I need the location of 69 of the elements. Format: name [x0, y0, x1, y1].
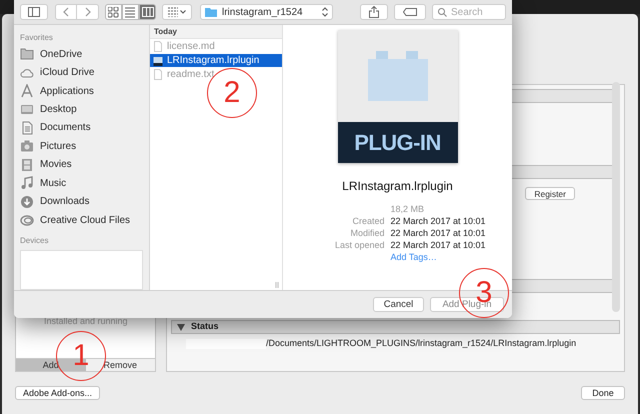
sidebar-item[interactable]: Documents — [40, 120, 91, 136]
share-button[interactable] — [360, 4, 388, 20]
detail-label: Modified — [349, 227, 384, 239]
sidebar-item[interactable]: Pictures — [40, 138, 76, 154]
folder-icon — [205, 7, 217, 17]
sidebar-item[interactable]: Music — [40, 176, 66, 191]
columns-icon — [142, 6, 154, 18]
grid-icon — [168, 7, 178, 17]
scrollbar[interactable] — [612, 82, 620, 312]
add-ons-button[interactable]: Adobe Add-ons... — [15, 386, 100, 400]
view-mode-button[interactable] — [139, 4, 156, 20]
sidebar-icon — [28, 7, 40, 17]
file-row[interactable]: LRInstagram.lrplugin — [150, 54, 282, 67]
list-icon — [124, 6, 136, 18]
view-mode-button[interactable] — [105, 4, 122, 20]
detail-value: 22 March 2017 at 10:01 — [390, 227, 487, 239]
music-note-icon — [20, 176, 34, 190]
up-down-caret-icon — [322, 7, 328, 17]
search-input[interactable]: Search — [451, 4, 503, 20]
search-icon — [438, 8, 447, 16]
document-icon — [153, 69, 163, 80]
plugin-label: PLUG-IN — [354, 129, 441, 157]
detail-label: Last opened — [334, 239, 384, 251]
detail-value: 22 March 2017 at 10:01 — [390, 215, 487, 227]
view-mode-button[interactable] — [122, 4, 139, 20]
file-size: 18,2 MB — [390, 203, 426, 215]
block-icon — [368, 51, 428, 101]
detail-value: 22 March 2017 at 10:01 — [390, 239, 487, 251]
sidebar-item[interactable]: OneDrive — [40, 46, 82, 62]
back-button[interactable] — [55, 4, 77, 20]
collapse-triangle-icon — [177, 324, 185, 330]
icon-grid-icon — [108, 6, 120, 18]
download-icon — [20, 194, 34, 209]
search-field[interactable]: Search — [432, 4, 506, 20]
tag-icon — [403, 8, 417, 16]
sidebar-heading: Devices — [20, 235, 50, 248]
section-header[interactable]: Status — [171, 320, 620, 334]
camera-icon — [20, 139, 34, 154]
column-heading: Today — [150, 25, 282, 39]
folder-icon — [20, 47, 34, 62]
list-item-status: Installed and running — [44, 314, 128, 328]
done-button[interactable]: Done — [581, 386, 625, 400]
creative-cloud-icon — [20, 213, 34, 228]
sidebar-heading: Favorites — [20, 32, 54, 44]
sidebar-item[interactable]: Applications — [40, 84, 94, 99]
sidebar-toggle-button[interactable] — [20, 4, 48, 20]
sidebar-item[interactable]: Movies — [40, 157, 72, 172]
document-icon — [20, 120, 34, 135]
sidebar-item[interactable]: Desktop — [40, 102, 77, 118]
plugin-file-icon — [153, 55, 163, 66]
tag-button[interactable] — [394, 4, 426, 20]
film-icon — [20, 158, 34, 172]
share-icon — [369, 6, 379, 18]
forward-button[interactable] — [77, 4, 99, 20]
caret-icon — [180, 10, 186, 14]
arrange-button[interactable] — [162, 4, 192, 20]
detail-label: Created — [351, 215, 384, 227]
file-name: LRInstagram.lrplugin — [342, 178, 453, 195]
plugin-path: /Documents/LIGHTROOM_PLUGINS/lrinstagram_r1524/LRInstagram.lrplugin — [266, 337, 576, 350]
section-title: Status — [191, 320, 219, 334]
document-icon — [153, 41, 163, 52]
sidebar-item[interactable]: Creative Cloud Files — [40, 212, 130, 228]
resize-handle-icon — [275, 282, 279, 288]
sidebar-item[interactable]: Downloads — [40, 194, 90, 210]
monitor-icon — [20, 102, 34, 117]
sidebar-item[interactable]: iCloud Drive — [40, 65, 94, 80]
cancel-button[interactable]: Cancel — [373, 297, 424, 312]
register-button[interactable]: Register — [525, 187, 575, 200]
path-popup[interactable]: lrinstagram_r1524 — [200, 4, 333, 20]
